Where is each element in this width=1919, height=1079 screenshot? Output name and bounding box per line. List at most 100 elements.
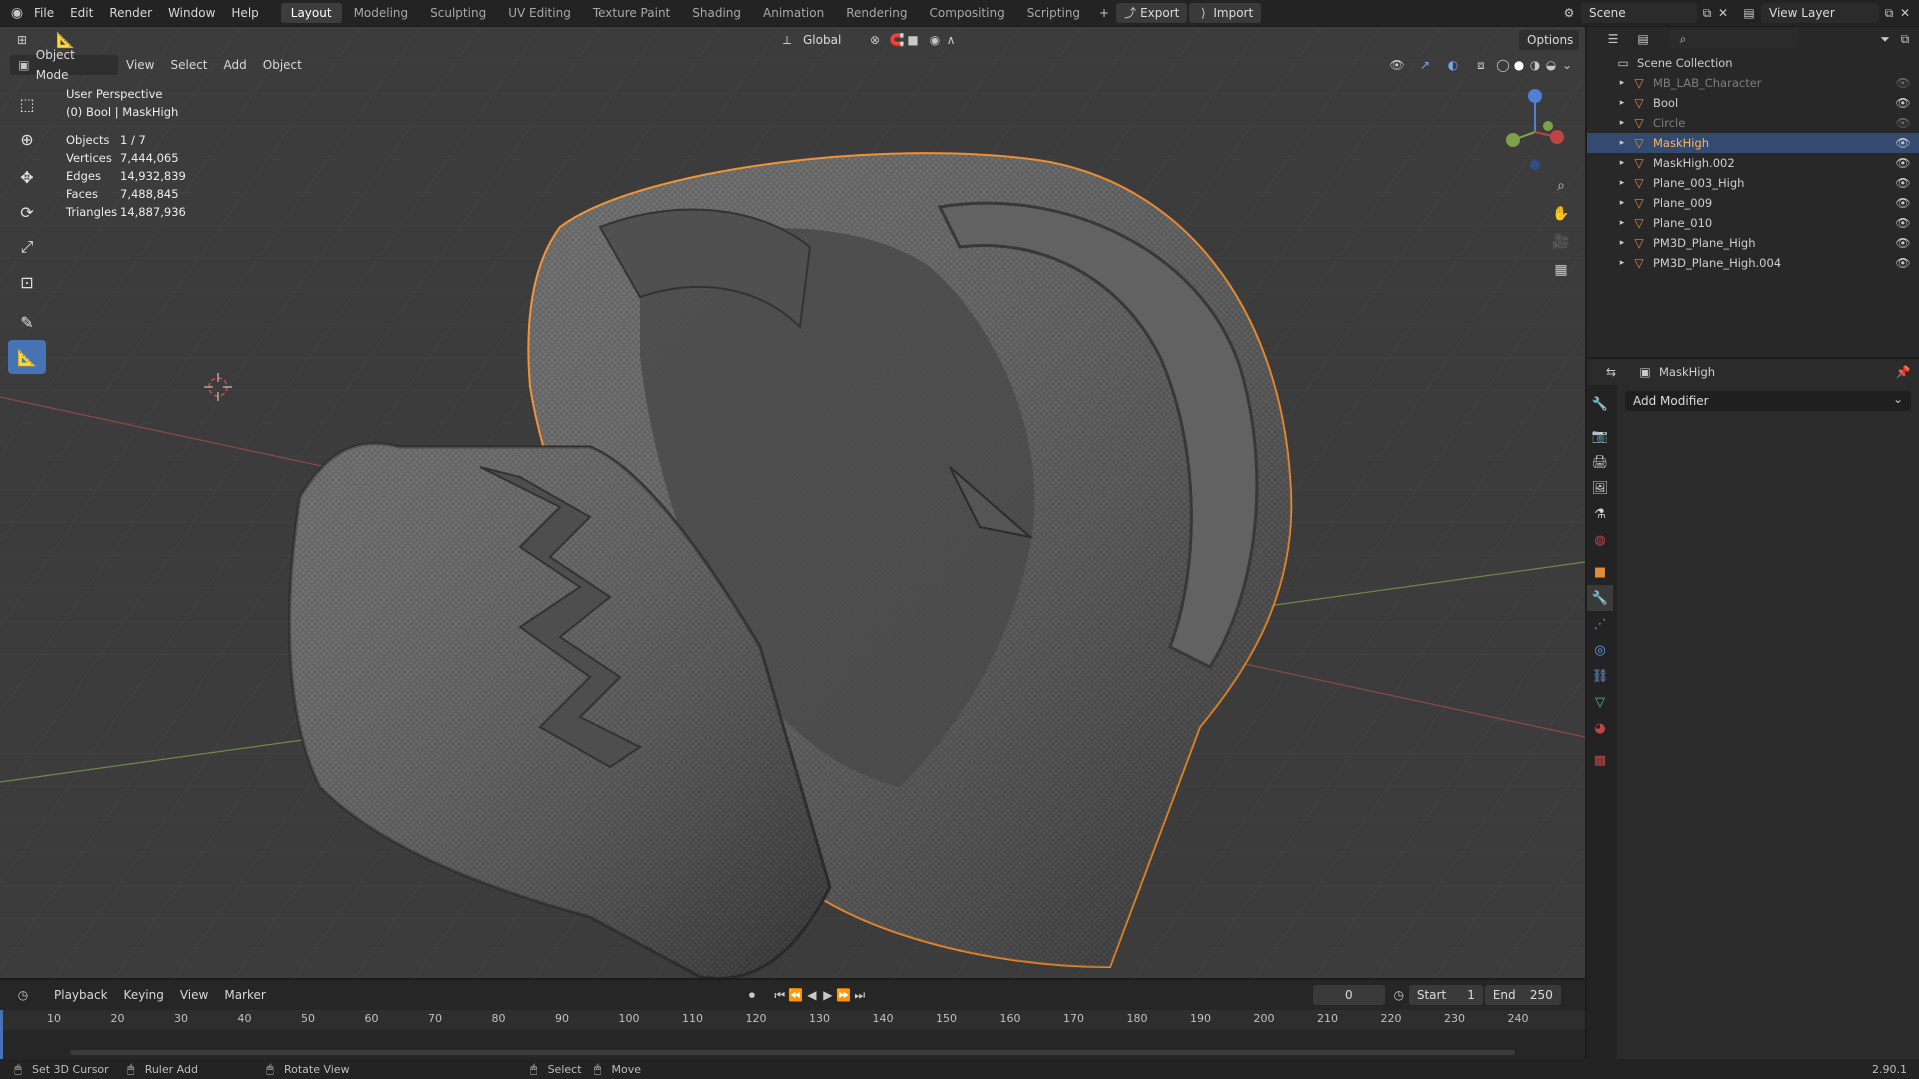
new-view-layer-icon[interactable]: ⧉ [1881, 5, 1897, 21]
visibility-eye-icon[interactable]: 👁 [1895, 75, 1911, 91]
tab-uv-editing[interactable]: UV Editing [498, 3, 581, 23]
outliner-search-input[interactable]: ⌕ [1669, 30, 1799, 48]
expand-arrow-icon[interactable]: ▸ [1617, 135, 1627, 151]
visibility-eye-icon[interactable]: 👁 [1895, 215, 1911, 231]
new-collection-icon[interactable]: ⧉ [1897, 31, 1913, 47]
camera-view-icon[interactable]: 🎥 [1549, 228, 1573, 256]
expand-arrow-icon[interactable]: ▸ [1617, 235, 1627, 251]
tab-shading[interactable]: Shading [682, 3, 751, 23]
tab-output-icon[interactable]: 🖨 [1587, 449, 1613, 475]
import-button[interactable]: ⟩ Import [1189, 3, 1262, 23]
blender-logo-icon[interactable]: ◉ [8, 5, 26, 21]
tab-modeling[interactable]: Modeling [344, 3, 419, 23]
preview-range-icon[interactable]: ◷ [1391, 987, 1407, 1003]
jump-start-icon[interactable]: ⏮ [772, 987, 788, 1003]
add-workspace-icon[interactable]: + [1096, 5, 1112, 21]
menu-file[interactable]: File [26, 0, 62, 26]
tab-texture-paint[interactable]: Texture Paint [583, 3, 680, 23]
menu-edit[interactable]: Edit [62, 0, 101, 26]
transform-tool[interactable]: ⊡ [8, 265, 46, 299]
shading-solid-icon[interactable]: ● [1511, 57, 1527, 73]
outliner-item[interactable]: ▸ ▽ MaskHigh 👁 [1587, 133, 1919, 153]
pivot-icon[interactable]: ⊗ [867, 32, 883, 48]
editor-type-icon[interactable]: ⊞ [10, 32, 34, 48]
visibility-eye-icon[interactable]: 👁 [1895, 175, 1911, 191]
navigation-gizmo[interactable] [1495, 87, 1575, 177]
tab-physics-icon[interactable]: ◎ [1587, 637, 1613, 663]
outliner-scene-collection[interactable]: ▭ Scene Collection [1587, 53, 1919, 73]
filter-icon[interactable]: ⏷ [1873, 31, 1897, 47]
tab-scene-icon[interactable]: ⚗ [1587, 501, 1613, 527]
properties-editor-type-icon[interactable]: ⇆ [1599, 364, 1623, 380]
scale-tool[interactable]: ⤢ [8, 230, 46, 264]
tab-constraints-icon[interactable]: ⛓ [1587, 663, 1613, 689]
add-modifier-dropdown[interactable]: Add Modifier ⌄ [1625, 391, 1911, 411]
cursor-tool[interactable]: ⊕ [8, 122, 46, 156]
menu-help[interactable]: Help [223, 0, 266, 26]
end-frame-field[interactable]: End 250 [1484, 985, 1561, 1005]
play-reverse-icon[interactable]: ◀ [804, 987, 820, 1003]
visibility-eye-icon[interactable]: 👁 [1895, 115, 1911, 131]
timeline-editor-type-icon[interactable]: ◷ [10, 987, 36, 1003]
tab-material-icon[interactable]: ◕ [1587, 715, 1613, 741]
tab-layout[interactable]: Layout [280, 3, 342, 23]
new-scene-icon[interactable]: ⧉ [1699, 5, 1715, 21]
move-tool[interactable]: ✥ [8, 160, 46, 194]
tab-rendering[interactable]: Rendering [836, 3, 917, 23]
object-mode-select[interactable]: ▣ Object Mode [10, 48, 118, 82]
viewport-menu-object[interactable]: Object [255, 52, 310, 78]
menu-window[interactable]: Window [160, 0, 223, 26]
proportional-edit-icon[interactable]: ◉ [927, 32, 943, 48]
visibility-eye-icon[interactable]: 👁 [1895, 135, 1911, 151]
jump-end-icon[interactable]: ⏭ [852, 987, 868, 1003]
timeline-menu-playback[interactable]: Playback [46, 982, 116, 1008]
tab-modifier-icon[interactable]: 🔧 [1587, 585, 1613, 611]
start-frame-field[interactable]: Start 1 [1408, 985, 1483, 1005]
viewport-menu-select[interactable]: Select [162, 52, 215, 78]
outliner-item[interactable]: ▸ ▽ PM3D_Plane_High.004 👁 [1587, 253, 1919, 273]
outliner-item[interactable]: ▸ ▽ Plane_009 👁 [1587, 193, 1919, 213]
record-icon[interactable]: ⏺ [744, 987, 760, 1003]
delete-scene-icon[interactable]: ✕ [1715, 5, 1731, 21]
view-layer-selector-icon[interactable]: ▤ [1741, 5, 1757, 21]
viewport-menu-add[interactable]: Add [216, 52, 255, 78]
outliner-item[interactable]: ▸ ▽ MB_LAB_Character 👁 [1587, 73, 1919, 93]
expand-arrow-icon[interactable]: ▸ [1617, 215, 1627, 231]
menu-render[interactable]: Render [101, 0, 160, 26]
annotate-tool[interactable]: ✎ [8, 305, 46, 339]
shading-wireframe-icon[interactable]: ◯ [1495, 57, 1511, 73]
export-button[interactable]: ⤴ Export [1116, 3, 1188, 23]
snap-icon[interactable]: 🧲 [889, 32, 905, 48]
jump-keyframe-back-icon[interactable]: ⏪ [788, 987, 804, 1003]
outliner-item[interactable]: ▸ ▽ PM3D_Plane_High 👁 [1587, 233, 1919, 253]
shading-options-icon[interactable]: ⌄ [1559, 57, 1575, 73]
tab-texture-icon[interactable]: ▩ [1587, 747, 1613, 773]
tab-sculpting[interactable]: Sculpting [420, 3, 496, 23]
tab-render-icon[interactable]: 📷 [1587, 423, 1613, 449]
play-icon[interactable]: ▶ [820, 987, 836, 1003]
jump-keyframe-forward-icon[interactable]: ⏩ [836, 987, 852, 1003]
expand-arrow-icon[interactable]: ▸ [1617, 155, 1627, 171]
outliner-item[interactable]: ▸ ▽ Circle 👁 [1587, 113, 1919, 133]
tab-animation[interactable]: Animation [753, 3, 834, 23]
timeline-scrollbar[interactable] [70, 1050, 1515, 1055]
visibility-eye-icon[interactable]: 👁 [1895, 255, 1911, 271]
expand-arrow-icon[interactable]: ▸ [1617, 115, 1627, 131]
expand-arrow-icon[interactable]: ▸ [1617, 255, 1627, 271]
shading-material-icon[interactable]: ◑ [1527, 57, 1543, 73]
3d-viewport[interactable]: ⊞ 📐 ⟂ Global ⊗ 🧲 ■ ◉ ∧ Options ▣ Object … [0, 27, 1585, 978]
shading-rendered-icon[interactable]: ◒ [1543, 57, 1559, 73]
xray-toggle-icon[interactable]: ⧈ [1473, 57, 1489, 73]
visibility-eye-icon[interactable]: 👁 [1895, 155, 1911, 171]
visibility-selectability-icon[interactable]: 👁 [1389, 57, 1405, 73]
tab-compositing[interactable]: Compositing [919, 3, 1014, 23]
rotate-tool[interactable]: ⟳ [8, 195, 46, 229]
tab-world-icon[interactable]: ◍ [1587, 527, 1613, 553]
outliner-item[interactable]: ▸ ▽ Plane_010 👁 [1587, 213, 1919, 233]
gizmo-toggle-icon[interactable]: ↗ [1417, 57, 1433, 73]
visibility-eye-icon[interactable]: 👁 [1895, 195, 1911, 211]
timeline-menu-view[interactable]: View [172, 982, 216, 1008]
tab-object-icon[interactable]: ■ [1587, 559, 1613, 585]
outliner-item[interactable]: ▸ ▽ Bool 👁 [1587, 93, 1919, 113]
outliner-item[interactable]: ▸ ▽ Plane_003_High 👁 [1587, 173, 1919, 193]
